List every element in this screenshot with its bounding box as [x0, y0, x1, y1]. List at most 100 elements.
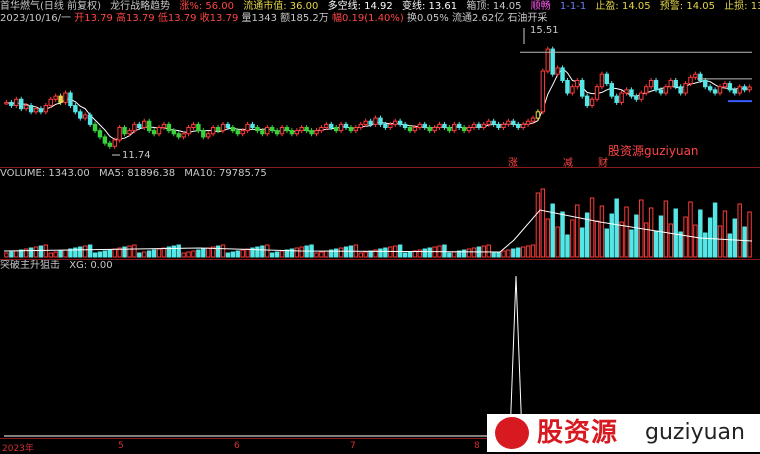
- candle-body: [683, 83, 688, 94]
- volume-bar: [407, 251, 413, 258]
- volume-bar: [737, 203, 742, 258]
- candle-body: [289, 130, 295, 135]
- volume-bar: [245, 248, 250, 258]
- volume-bar: [14, 250, 19, 258]
- volume-bar: [496, 251, 501, 258]
- volume-bar: [142, 251, 147, 258]
- candle-body: [14, 98, 19, 107]
- candle-body: [673, 79, 678, 88]
- volume-bar: [383, 247, 388, 258]
- candle-body: [201, 130, 206, 138]
- candle-body: [63, 92, 68, 103]
- volume-bar: [698, 209, 703, 258]
- volume-bar: [466, 248, 472, 258]
- candle-body: [407, 127, 413, 132]
- volume-bar: [279, 250, 285, 258]
- candle-body: [78, 111, 83, 119]
- volume-bar: [314, 252, 319, 258]
- candle-body: [609, 83, 614, 97]
- volume-bar: [668, 223, 674, 258]
- candle-body: [206, 133, 211, 138]
- candle-body: [324, 123, 329, 129]
- watermark: 股资源 guziyuan: [487, 414, 760, 452]
- candle-body: [151, 130, 157, 135]
- volume-bar: [206, 247, 211, 258]
- candle-body: [614, 95, 619, 103]
- candle-body: [33, 108, 39, 113]
- volume-bar: [294, 247, 300, 258]
- candle-body: [722, 83, 728, 88]
- candle-body: [442, 123, 447, 129]
- volume-bar: [358, 252, 363, 258]
- volume-bar: [747, 211, 752, 258]
- low-mark-label: 11.74: [122, 150, 151, 161]
- candle-body: [255, 127, 260, 132]
- badge-rise: 涨: [508, 158, 518, 169]
- candle-body: [383, 123, 388, 129]
- candle-body: [737, 86, 742, 94]
- candle-body: [634, 95, 639, 100]
- stock-chart[interactable]: [0, 0, 760, 453]
- candle-body: [181, 133, 186, 138]
- volume-bar: [107, 249, 113, 258]
- volume-bar: [215, 245, 221, 258]
- volume-bar: [555, 226, 560, 258]
- candle-body: [58, 95, 63, 103]
- candle-body: [299, 127, 304, 132]
- candle-body: [570, 86, 575, 94]
- volume-bar: [693, 224, 698, 258]
- candle-body: [19, 98, 24, 110]
- volume-bar: [540, 188, 546, 258]
- candle-body: [225, 123, 231, 129]
- volume-bar: [580, 227, 585, 258]
- volume-bar: [417, 249, 423, 258]
- candle-body: [368, 120, 373, 125]
- volume-bar: [683, 216, 688, 258]
- volume-bar: [82, 245, 88, 258]
- candle-body: [220, 123, 226, 132]
- volume-bar: [565, 234, 570, 258]
- volume-bar: [274, 251, 280, 258]
- candle-body: [663, 86, 669, 94]
- candle-body: [525, 120, 531, 125]
- volume-bar: [707, 217, 713, 258]
- volume-bar: [678, 231, 683, 258]
- candle-body: [712, 89, 718, 94]
- volume-bar: [73, 247, 78, 258]
- candle-body: [481, 123, 487, 129]
- volume-bar: [422, 248, 427, 258]
- x-label-8: 8: [474, 441, 480, 451]
- candle-body: [486, 120, 491, 125]
- candle-body: [171, 130, 176, 135]
- volume-bar: [589, 197, 595, 258]
- signal-line: [4, 275, 752, 437]
- candle-body: [23, 105, 29, 110]
- volume-bar: [511, 248, 516, 258]
- candle-body: [604, 73, 610, 85]
- volume-bar: [742, 226, 747, 258]
- volume-bar: [235, 250, 240, 258]
- candle-body: [319, 127, 324, 132]
- candle-body: [73, 105, 78, 113]
- volume-bar: [265, 244, 270, 258]
- candle-body: [742, 86, 747, 91]
- candle-body: [4, 101, 9, 105]
- candle-body: [476, 123, 482, 129]
- candle-body: [343, 123, 349, 129]
- candle-body: [402, 123, 408, 129]
- volume-bar: [137, 252, 142, 258]
- volume-bar: [594, 220, 600, 258]
- candle-body: [245, 123, 250, 132]
- candle-body: [619, 92, 624, 103]
- volume-bar: [648, 207, 654, 258]
- candle-body: [732, 89, 737, 94]
- volume-bar: [146, 250, 152, 258]
- candle-body: [265, 127, 270, 135]
- volume-bar: [624, 206, 629, 258]
- volume-bar: [653, 230, 659, 258]
- candle-body: [491, 120, 496, 125]
- candle-body: [393, 120, 398, 125]
- candle-body: [260, 130, 265, 135]
- volume-bar: [368, 250, 373, 258]
- volume-bar: [161, 247, 167, 258]
